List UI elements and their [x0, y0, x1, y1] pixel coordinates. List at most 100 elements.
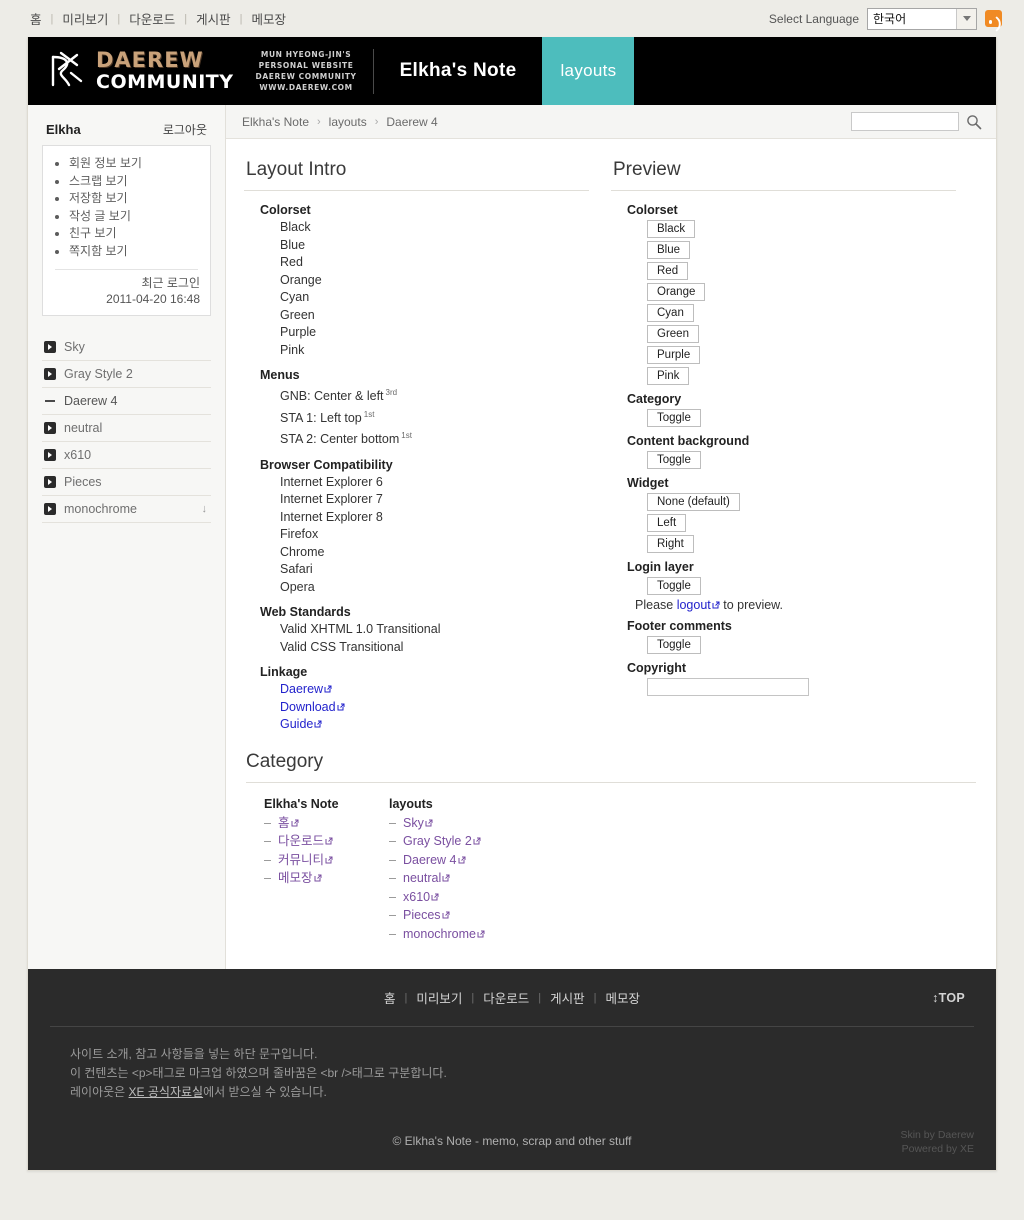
external-link-icon: [442, 874, 450, 882]
list-item[interactable]: 쪽지함 보기: [69, 243, 200, 261]
list-item[interactable]: 회원 정보 보기: [69, 155, 200, 173]
breadcrumb-item-2[interactable]: Daerew 4: [386, 115, 437, 129]
breadcrumb-separator: ›: [374, 115, 379, 128]
top-nav-item-board[interactable]: 게시판: [187, 9, 240, 28]
list-item[interactable]: x610: [389, 888, 514, 907]
list-item[interactable]: Pieces: [389, 906, 514, 925]
category-link-sky[interactable]: Sky: [403, 816, 424, 830]
colorset-button-green[interactable]: Green: [647, 325, 699, 343]
category-link-home[interactable]: 홈: [278, 816, 290, 830]
breadcrumb-bar: Elkha's Note › layouts › Daerew 4: [226, 105, 996, 139]
user-menu-item-0[interactable]: 회원 정보 보기: [69, 156, 142, 170]
site-title[interactable]: Elkha's Note: [374, 60, 543, 82]
widget-button-left[interactable]: Left: [647, 514, 687, 532]
list-item[interactable]: 작성 글 보기: [69, 208, 200, 226]
list-item[interactable]: 친구 보기: [69, 225, 200, 243]
list-item[interactable]: neutral: [389, 869, 514, 888]
top-nav-item-preview[interactable]: 미리보기: [53, 9, 117, 28]
list-item: Orange: [280, 272, 322, 287]
colorset-button-blue[interactable]: Blue: [647, 241, 691, 259]
category-link-x610[interactable]: x610: [403, 890, 430, 904]
user-menu-item-3[interactable]: 작성 글 보기: [69, 209, 131, 223]
category-link-list: Sky Gray Style 2 Daerew 4 neutral x610 P…: [389, 814, 514, 944]
search-icon[interactable]: [966, 114, 982, 130]
xe-resource-link[interactable]: XE 공식자료실: [129, 1085, 204, 1099]
list-item[interactable]: Gray Style 2: [389, 832, 514, 851]
list-item[interactable]: Guide: [280, 716, 589, 734]
link-guide[interactable]: Guide: [280, 717, 313, 731]
list-item[interactable]: 저장함 보기: [69, 190, 200, 208]
download-icon[interactable]: ↓: [202, 503, 208, 515]
list-item[interactable]: Daerew 4: [389, 851, 514, 870]
logout-preview-link[interactable]: logout: [677, 598, 711, 612]
colorset-button-purple[interactable]: Purple: [647, 346, 701, 364]
top-nav-item-home[interactable]: 홈: [30, 9, 51, 28]
sidebar-item-daerew-4[interactable]: Daerew 4: [42, 388, 211, 415]
user-menu-item-4[interactable]: 친구 보기: [69, 226, 117, 240]
footer-nav-item-board[interactable]: 게시판: [541, 988, 594, 1007]
footer-nav-item-download[interactable]: 다운로드: [474, 988, 538, 1007]
list-item[interactable]: 다운로드: [264, 832, 389, 851]
colorset-button-black[interactable]: Black: [647, 220, 696, 238]
sidebar-item-gray-style-2[interactable]: Gray Style 2: [42, 361, 211, 388]
content-background-toggle-button[interactable]: Toggle: [647, 451, 701, 469]
site-tagline: MUN HYEONG-JIN'S PERSONAL WEBSITE DAEREW…: [256, 48, 374, 94]
list-item: Pink: [280, 342, 305, 357]
list-item[interactable]: Download: [280, 699, 589, 717]
top-nav-item-download[interactable]: 다운로드: [120, 9, 184, 28]
sidebar-item-sky[interactable]: Sky: [42, 334, 211, 361]
tab-layouts[interactable]: layouts: [542, 37, 635, 105]
login-layer-toggle-button[interactable]: Toggle: [647, 577, 701, 595]
footer-nav-item-memo[interactable]: 메모장: [596, 988, 649, 1007]
language-select[interactable]: 한국어: [867, 7, 977, 30]
widget-button-none[interactable]: None (default): [647, 493, 740, 511]
breadcrumb-item-1[interactable]: layouts: [329, 115, 367, 129]
sidebar-item-monochrome[interactable]: monochrome ↓: [42, 496, 211, 523]
list-item: Red: [280, 255, 303, 269]
copyright-input[interactable]: [647, 678, 809, 696]
footer-comments-toggle-button[interactable]: Toggle: [647, 636, 701, 654]
group-heading: Login layer: [627, 560, 694, 574]
list-item[interactable]: 스크랩 보기: [69, 173, 200, 191]
colorset-button-red[interactable]: Red: [647, 262, 689, 280]
colorset-button-cyan[interactable]: Cyan: [647, 304, 694, 322]
category-link-daerew-4[interactable]: Daerew 4: [403, 853, 457, 867]
colorset-button-orange[interactable]: Orange: [647, 283, 706, 301]
sidebar-item-x610[interactable]: x610: [42, 442, 211, 469]
category-link-gray-style-2[interactable]: Gray Style 2: [403, 834, 472, 848]
footer-nav-item-home[interactable]: 홈: [375, 988, 405, 1007]
category-link-memo[interactable]: 메모장: [278, 871, 313, 885]
colorset-button-pink[interactable]: Pink: [647, 367, 690, 385]
breadcrumb-item-0[interactable]: Elkha's Note: [242, 115, 309, 129]
site-logo[interactable]: DAEREW COMMUNITY: [28, 37, 234, 105]
logout-link[interactable]: 로그아웃: [163, 121, 207, 138]
search-input[interactable]: [851, 112, 959, 131]
link-daerew[interactable]: Daerew: [280, 682, 323, 696]
list-item[interactable]: monochrome: [389, 925, 514, 944]
category-link-monochrome[interactable]: monochrome: [403, 927, 476, 941]
footer-nav-item-preview[interactable]: 미리보기: [407, 988, 471, 1007]
list-item[interactable]: Sky: [389, 814, 514, 833]
user-menu-item-5[interactable]: 쪽지함 보기: [69, 244, 128, 258]
list-item[interactable]: 커뮤니티: [264, 851, 389, 870]
scroll-to-top-link[interactable]: ↕TOP: [923, 991, 974, 1005]
sidebar-item-label: neutral: [64, 421, 103, 435]
category-link-neutral[interactable]: neutral: [403, 871, 441, 885]
top-nav-item-memo[interactable]: 메모장: [243, 9, 296, 28]
list-item[interactable]: Daerew: [280, 681, 589, 699]
user-menu-item-1[interactable]: 스크랩 보기: [69, 174, 128, 188]
category-link-download[interactable]: 다운로드: [278, 834, 324, 848]
category-toggle-button[interactable]: Toggle: [647, 409, 701, 427]
user-menu-item-2[interactable]: 저장함 보기: [69, 191, 128, 205]
search-area: [851, 112, 982, 131]
sidebar-item-pieces[interactable]: Pieces: [42, 469, 211, 496]
chevron-down-icon[interactable]: [956, 8, 976, 29]
category-link-pieces[interactable]: Pieces: [403, 908, 441, 922]
category-link-community[interactable]: 커뮤니티: [278, 853, 324, 867]
list-item[interactable]: 메모장: [264, 869, 389, 888]
sidebar-item-neutral[interactable]: neutral: [42, 415, 211, 442]
list-item[interactable]: 홈: [264, 814, 389, 833]
link-download[interactable]: Download: [280, 700, 336, 714]
widget-button-right[interactable]: Right: [647, 535, 694, 553]
rss-icon[interactable]: [985, 10, 1002, 27]
